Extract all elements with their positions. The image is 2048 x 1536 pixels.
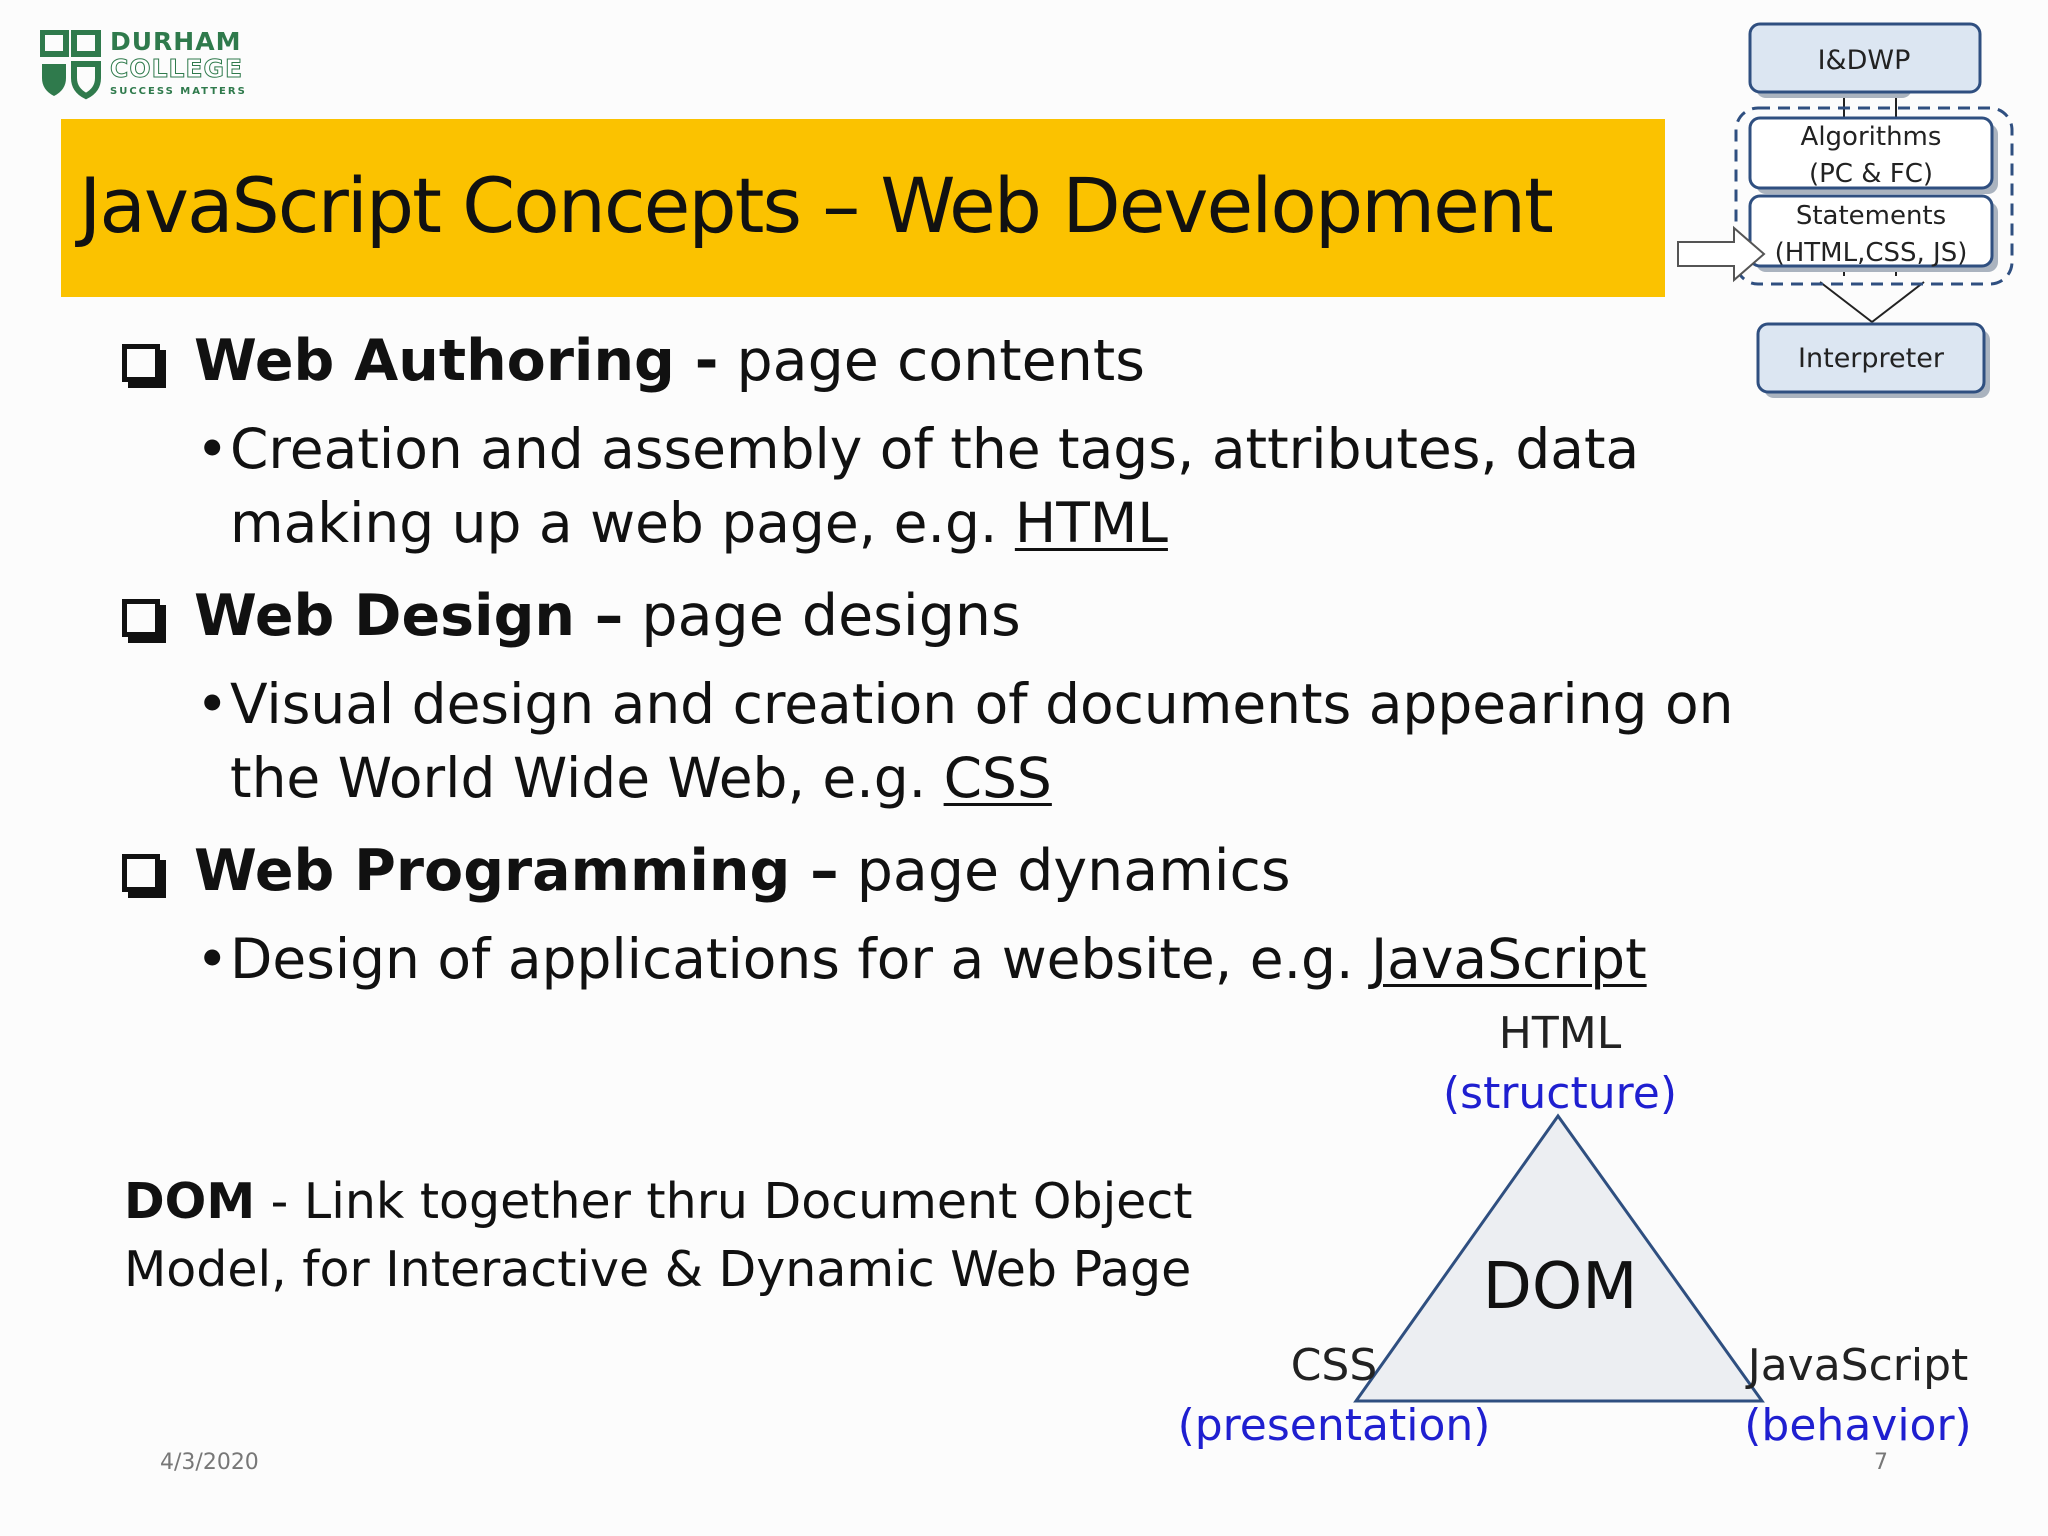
item-head-rest: page contents [718, 328, 1145, 394]
item-sub-line1: Visual design and creation of documents … [230, 672, 1734, 736]
dom-line1: - Link together thru Document Object [255, 1173, 1193, 1230]
triangle-center-label: DOM [1483, 1250, 1638, 1324]
item-head-bold: Web Programming – [194, 838, 839, 904]
item-web-design: Web Design – page designs [122, 583, 1021, 649]
item-sub-line2: making up a web page, e.g. [230, 491, 1015, 555]
logo-line-1: DURHAM [110, 27, 242, 56]
flow-box-algorithms-line1: Algorithms [1801, 122, 1942, 152]
css-label: CSS [1291, 1340, 1378, 1391]
presentation-label: (presentation) [1178, 1400, 1491, 1451]
logo-line-3: SUCCESS MATTERS [110, 86, 247, 97]
item-web-authoring: Web Authoring - page contents [122, 328, 1145, 394]
item-web-programming: Web Programming – page dynamics [122, 838, 1291, 904]
javascript-link[interactable]: JavaScript [1371, 927, 1647, 991]
flow-box-statements [1748, 194, 1994, 268]
flow-box-interpreter [1756, 322, 1986, 394]
flow-box-statements-line2: (HTML,CSS, JS) [1775, 238, 1968, 268]
arrow-right-icon [1677, 225, 1766, 283]
item-sub-line2: the World Wide Web, e.g. [230, 746, 944, 810]
flow-box-interpreter-label: Interpreter [1798, 343, 1945, 374]
slide-title: JavaScript Concepts – Web Development [79, 161, 1554, 250]
bullet-icon: • [196, 927, 229, 991]
bullet-icon: • [196, 672, 229, 736]
structure-label: (structure) [1443, 1068, 1677, 1119]
item-head-bold: Web Design – [194, 583, 624, 649]
flow-box-statements-line1: Statements [1796, 201, 1946, 231]
checkbox-bullet-icon [122, 854, 160, 892]
title-bar: JavaScript Concepts – Web Development [61, 119, 1665, 297]
dom-line2: Model, for Interactive & Dynamic Web Pag… [124, 1241, 1192, 1298]
item-web-programming-detail: •Design of applications for a website, e… [196, 922, 1756, 996]
html-link[interactable]: HTML [1015, 491, 1168, 555]
javascript-label: JavaScript [1745, 1340, 1969, 1391]
item-sub-line1: Design of applications for a website, e.… [230, 927, 1371, 991]
college-logo-icon [40, 30, 101, 100]
css-link[interactable]: CSS [944, 746, 1052, 810]
dom-description: DOM - Link together thru Document Object… [124, 1168, 1192, 1304]
dom-bold: DOM [124, 1173, 256, 1230]
checkbox-bullet-icon [122, 344, 160, 382]
behavior-label: (behavior) [1744, 1400, 1971, 1451]
dom-triangle [1353, 1113, 1765, 1403]
item-sub-line1: Creation and assembly of the tags, attri… [230, 417, 1640, 481]
item-web-design-detail: •Visual design and creation of documents… [196, 667, 1756, 815]
logo-line-2: COLLEGE [110, 54, 244, 83]
item-head-bold: Web Authoring - [194, 328, 719, 394]
footer-page-number: 7 [1874, 1450, 1888, 1475]
item-head-rest: page dynamics [838, 838, 1291, 904]
flow-group-dashed [1734, 106, 2014, 286]
flow-box-idwp-label: I&DWP [1818, 45, 1911, 76]
bullet-icon: • [196, 417, 229, 481]
checkbox-bullet-icon [122, 599, 160, 637]
item-head-rest: page designs [623, 583, 1021, 649]
footer-date: 4/3/2020 [160, 1450, 259, 1475]
flow-box-algorithms [1748, 116, 1994, 190]
item-web-authoring-detail: •Creation and assembly of the tags, attr… [196, 412, 1756, 560]
html-label: HTML [1499, 1008, 1622, 1059]
flow-box-algorithms-line2: (PC & FC) [1809, 159, 1933, 189]
flow-box-idwp [1748, 22, 1982, 94]
college-logo: DURHAM COLLEGE SUCCESS MATTERS [40, 28, 250, 104]
